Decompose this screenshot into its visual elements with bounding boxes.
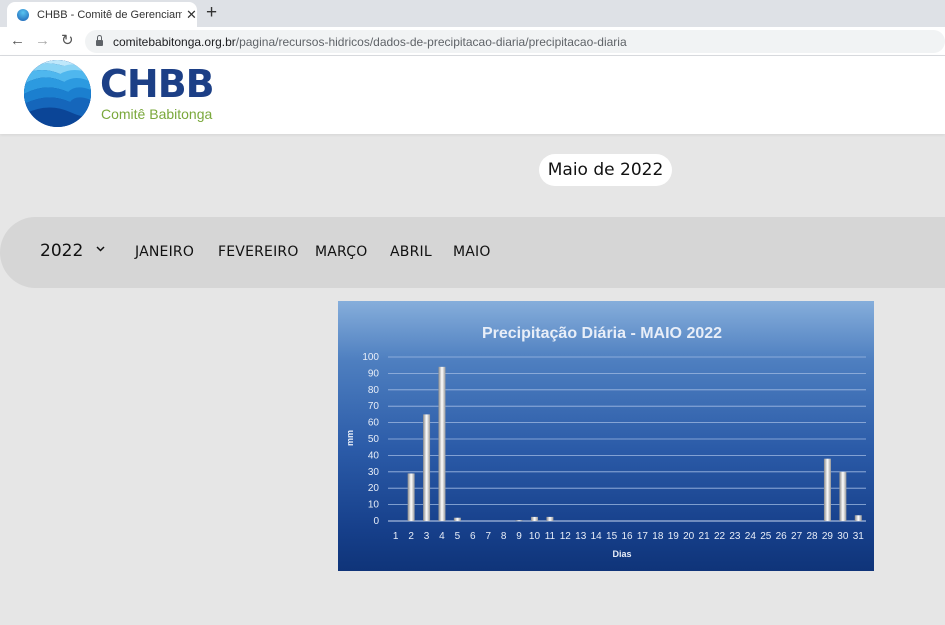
bar-day-3 (423, 414, 431, 521)
x-tick-label: 7 (485, 531, 491, 542)
logo-subtitle: Comitê Babitonga (101, 106, 213, 122)
tab-title: CHBB - Comitê de Gerenciamento (37, 8, 182, 21)
x-tick-label: 10 (529, 531, 541, 542)
bar-day-11 (546, 516, 554, 521)
url-host: comitebabitonga.org.br (113, 34, 236, 49)
x-tick-label: 15 (606, 531, 618, 542)
y-tick-label: 70 (368, 401, 380, 412)
logo-title[interactable]: CHBB (100, 64, 215, 104)
x-tick-label: 19 (668, 531, 680, 542)
y-tick-label: 50 (368, 434, 380, 445)
month-link-marco[interactable]: MARÇO (315, 244, 367, 260)
y-tick-label: 40 (368, 450, 380, 461)
lock-icon[interactable] (96, 34, 103, 46)
x-tick-label: 25 (760, 531, 772, 542)
year-dropdown[interactable]: 2022 (40, 241, 83, 261)
x-tick-label: 8 (501, 531, 507, 542)
x-tick-label: 28 (806, 531, 818, 542)
site-favicon-icon (17, 8, 29, 21)
x-tick-label: 30 (837, 531, 849, 542)
month-link-maio[interactable]: MAIO (453, 244, 491, 260)
x-tick-label: 16 (621, 531, 633, 542)
y-tick-label: 20 (368, 483, 380, 494)
y-tick-label: 30 (368, 467, 380, 478)
x-tick-label: 2 (408, 531, 414, 542)
x-tick-label: 12 (560, 531, 572, 542)
url-path: /pagina/recursos-hidricos/dados-de-preci… (235, 34, 627, 49)
bar-day-5 (453, 517, 461, 521)
x-tick-label: 27 (791, 531, 803, 542)
x-tick-label: 11 (545, 531, 556, 542)
month-link-abril[interactable]: ABRIL (390, 244, 432, 260)
x-tick-label: 14 (591, 531, 603, 542)
y-axis-label: mm (345, 430, 355, 446)
x-tick-label: 5 (455, 531, 461, 542)
back-arrow-icon[interactable]: ← (10, 30, 25, 52)
bar-day-9 (515, 520, 523, 522)
browser-tabstrip: CHBB - Comitê de Gerenciamento ✕ + (0, 0, 945, 27)
new-tab-button[interactable]: + (206, 2, 217, 24)
chart-title: Precipitação Diária - MAIO 2022 (482, 325, 722, 342)
chart-svg: Precipitação Diária - MAIO 2022 0 10 20 30 4… (345, 325, 866, 559)
y-tick-label: 10 (368, 500, 380, 511)
x-tick-label: 6 (470, 531, 476, 542)
month-link-janeiro[interactable]: JANEIRO (135, 244, 194, 260)
page-title: Maio de 2022 (539, 154, 672, 186)
x-tick-label: 20 (683, 531, 695, 542)
x-tick-label: 18 (652, 531, 664, 542)
browser-toolbar: ← → ↻ comitebabitonga.org.br/pagina/recu… (0, 27, 945, 56)
x-axis-label: Dias (612, 549, 631, 559)
y-tick-label: 60 (368, 418, 380, 429)
y-tick-label: 90 (368, 368, 380, 379)
browser-tab[interactable]: CHBB - Comitê de Gerenciamento ✕ (7, 2, 197, 27)
bar-day-31 (854, 515, 862, 521)
reload-icon[interactable]: ↻ (61, 30, 74, 52)
bar-day-10 (530, 516, 538, 521)
x-tick-label: 26 (776, 531, 788, 542)
x-tick-label: 13 (575, 531, 587, 542)
url-text[interactable]: comitebabitonga.org.br/pagina/recursos-h… (113, 35, 627, 49)
site-header: CHBB Comitê Babitonga (0, 56, 945, 134)
x-tick-label: 22 (714, 531, 726, 542)
bar-day-2 (407, 473, 415, 521)
x-tick-label: 1 (393, 531, 399, 542)
x-tick-label: 17 (637, 531, 649, 542)
x-tick-label: 31 (853, 531, 865, 542)
x-tick-label: 23 (729, 531, 741, 542)
x-tick-label: 9 (516, 531, 522, 542)
bar-day-29 (823, 458, 831, 521)
address-bar[interactable]: comitebabitonga.org.br/pagina/recursos-h… (85, 30, 945, 53)
y-tick-label: 80 (368, 385, 380, 396)
x-tick-label: 4 (439, 531, 445, 542)
x-tick-label: 29 (822, 531, 834, 542)
bar-day-30 (839, 471, 847, 521)
close-tab-icon[interactable]: ✕ (186, 7, 197, 23)
forward-arrow-icon[interactable]: → (35, 30, 50, 52)
chbb-logo-icon[interactable] (24, 60, 91, 127)
y-tick-label: 0 (373, 516, 379, 527)
x-tick-label: 21 (699, 531, 711, 542)
x-tick-label: 24 (745, 531, 757, 542)
month-link-fevereiro[interactable]: FEVEREIRO (218, 244, 299, 260)
bar-day-4 (438, 366, 446, 521)
precipitation-chart: Precipitação Diária - MAIO 2022 0 10 20 30 4… (338, 301, 874, 571)
x-tick-label: 3 (424, 531, 430, 542)
month-navigation: 2022 JANEIRO FEVEREIRO MARÇO ABRIL MAIO (0, 217, 945, 288)
chevron-down-icon[interactable] (96, 244, 105, 253)
y-tick-label: 100 (362, 352, 379, 363)
